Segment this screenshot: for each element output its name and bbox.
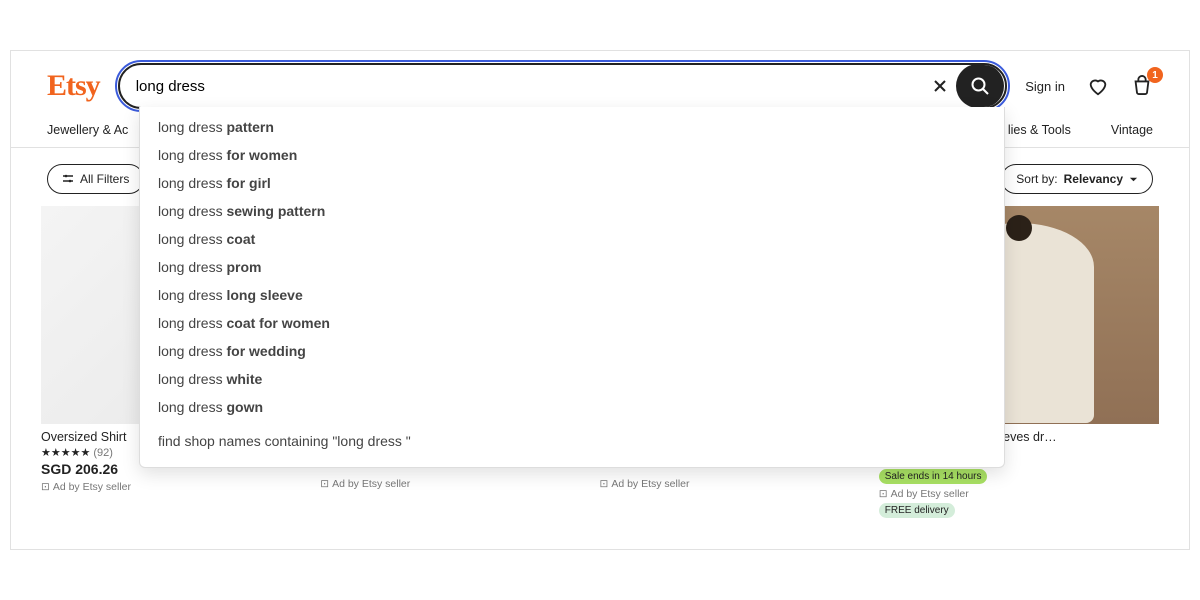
chevron-down-icon — [1129, 175, 1138, 184]
cart-badge: 1 — [1147, 67, 1163, 83]
nav-item[interactable]: Vintage — [1111, 123, 1153, 137]
autocomplete-item[interactable]: long dress for girl — [140, 169, 1004, 197]
autocomplete-item[interactable]: long dress sewing pattern — [140, 197, 1004, 225]
ad-label: ⊡ Ad by Etsy seller — [879, 488, 1159, 500]
autocomplete-item[interactable]: long dress pattern — [140, 113, 1004, 141]
cart-icon[interactable]: 1 — [1131, 75, 1153, 97]
autocomplete-item[interactable]: long dress for wedding — [140, 337, 1004, 365]
autocomplete-item[interactable]: long dress long sleeve — [140, 281, 1004, 309]
sort-button[interactable]: Sort by: Relevancy — [1001, 164, 1153, 194]
autocomplete-item[interactable]: long dress gown — [140, 393, 1004, 421]
nav-item[interactable]: Jewellery & Ac — [47, 123, 128, 137]
ad-label: ⊡ Ad by Etsy seller — [320, 478, 581, 490]
logo[interactable]: Etsy — [47, 69, 100, 103]
search-input[interactable] — [120, 78, 925, 95]
sort-value: Relevancy — [1064, 172, 1123, 186]
sort-label: Sort by: — [1016, 172, 1057, 186]
signin-link[interactable]: Sign in — [1025, 79, 1065, 94]
clear-search-icon[interactable] — [924, 70, 956, 102]
search-autocomplete: long dress patternlong dress for womenlo… — [139, 107, 1005, 468]
ad-label: ⊡ Ad by Etsy seller — [41, 481, 302, 493]
sale-badge: Sale ends in 14 hours — [879, 469, 988, 484]
autocomplete-item[interactable]: long dress white — [140, 365, 1004, 393]
autocomplete-item[interactable]: long dress prom — [140, 253, 1004, 281]
nav-item[interactable]: lies & Tools — [1008, 123, 1071, 137]
all-filters-label: All Filters — [80, 172, 129, 186]
ad-label: ⊡ Ad by Etsy seller — [600, 478, 861, 490]
autocomplete-shops[interactable]: find shop names containing "long dress " — [140, 421, 1004, 453]
autocomplete-item[interactable]: long dress coat for women — [140, 309, 1004, 337]
search-button[interactable] — [956, 64, 1004, 108]
filters-icon — [62, 173, 74, 185]
search-bar — [118, 63, 1008, 109]
favorites-icon[interactable] — [1087, 75, 1109, 97]
all-filters-button[interactable]: All Filters — [47, 164, 144, 194]
autocomplete-item[interactable]: long dress for women — [140, 141, 1004, 169]
free-delivery-badge: FREE delivery — [879, 503, 955, 518]
autocomplete-item[interactable]: long dress coat — [140, 225, 1004, 253]
